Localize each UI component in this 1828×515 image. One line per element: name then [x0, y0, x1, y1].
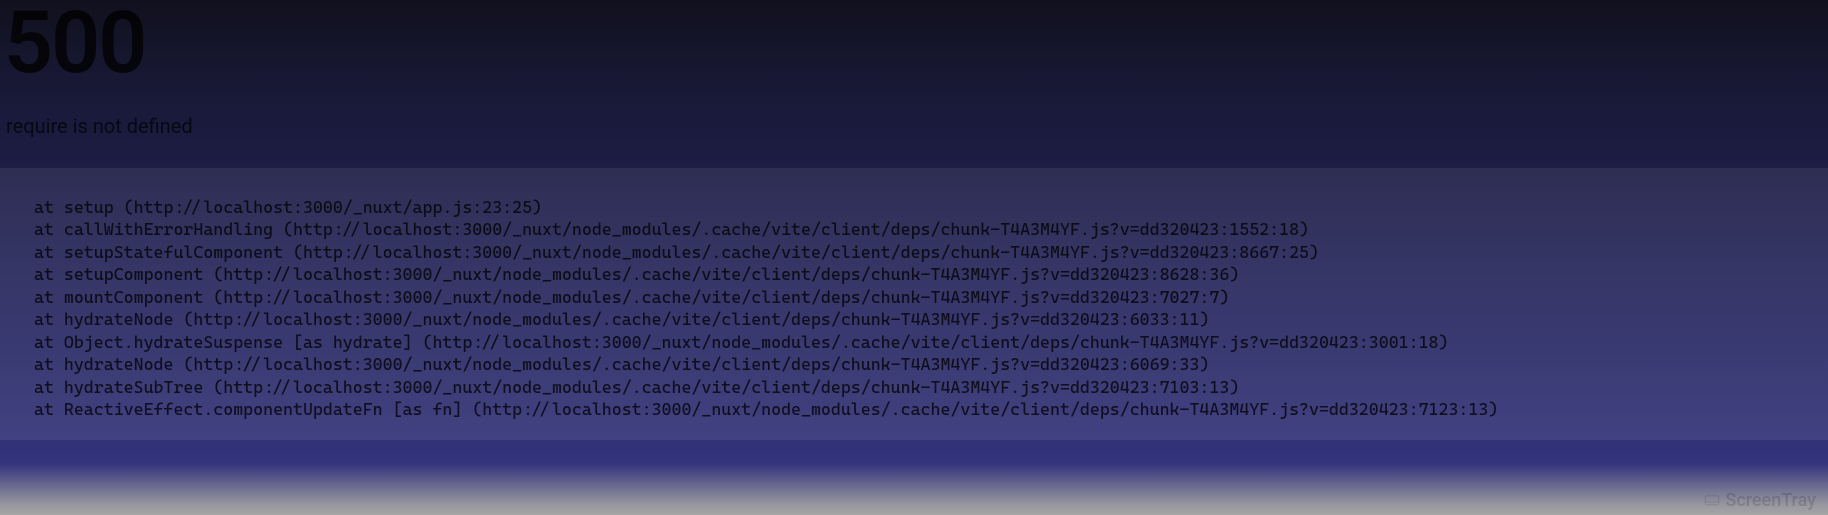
stack-line: at setupComponent (http://localhost:3000… [20, 263, 1808, 285]
stack-line: at ReactiveEffect.componentUpdateFn [as … [20, 398, 1808, 420]
stack-line: at mountComponent (http://localhost:3000… [20, 286, 1808, 308]
stack-line: at callWithErrorHandling (http://localho… [20, 218, 1808, 240]
stack-line: at hydrateNode (http://localhost:3000/_n… [20, 353, 1808, 375]
stack-line: at setup (http://localhost:3000/_nuxt/ap… [20, 196, 1808, 218]
stack-line: at hydrateSubTree (http://localhost:3000… [20, 376, 1808, 398]
error-code: 500 [0, 0, 1828, 86]
stack-line: at setupStatefulComponent (http://localh… [20, 241, 1808, 263]
watermark-text: ScreenTray [1725, 490, 1816, 511]
screentray-icon [1703, 492, 1721, 510]
stack-line: at Object.hydrateSuspense [as hydrate] (… [20, 331, 1808, 353]
stack-trace: at setup (http://localhost:3000/_nuxt/ap… [0, 168, 1828, 440]
error-message: require is not defined [0, 114, 1828, 138]
watermark: ScreenTray [1703, 490, 1816, 511]
stack-line: at hydrateNode (http://localhost:3000/_n… [20, 308, 1808, 330]
